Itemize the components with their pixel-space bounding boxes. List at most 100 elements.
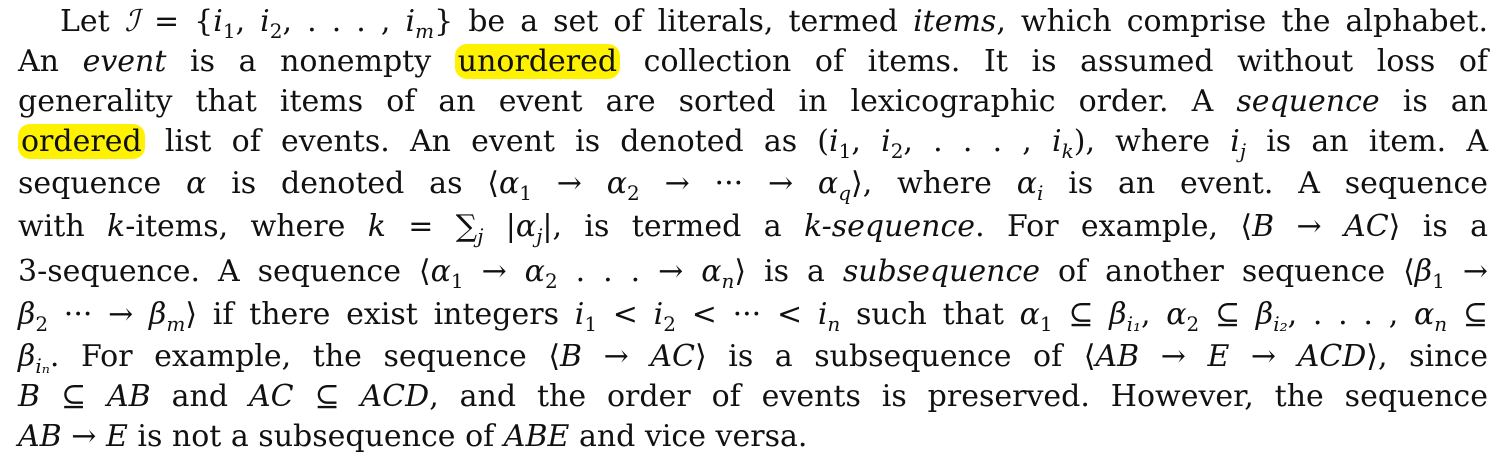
math-or-term: AB: [107, 379, 151, 414]
text-run: collection of items. It is assumed witho…: [620, 44, 1488, 79]
subscript: 1: [584, 312, 598, 336]
math-or-term: k: [107, 209, 126, 244]
math-or-term: i: [1052, 124, 1062, 159]
math-or-term: B: [18, 379, 41, 414]
paragraph-line: B ⊆ AB and AC ⊆ ACD, and the order of ev…: [18, 375, 1488, 419]
math-or-term: i: [405, 4, 416, 39]
text-run: generality that items of an event are so…: [18, 84, 1237, 119]
math-or-term: α: [186, 166, 207, 201]
math-or-term: β: [18, 297, 36, 332]
math-or-term: AC: [248, 379, 294, 414]
math-or-term: β: [1414, 254, 1433, 289]
text-run: →: [61, 419, 106, 454]
paragraph-line: An event is a nonempty unordered collect…: [18, 40, 1488, 84]
text-run: ⊆: [293, 379, 361, 414]
text-run: ,: [235, 4, 261, 39]
subscript: 2: [544, 269, 558, 293]
text-run: →: [1139, 339, 1208, 374]
math-or-term: k: [367, 209, 386, 244]
text-run: is an event. A sequence: [1043, 166, 1489, 201]
paragraph-line: ordered list of events. An event is deno…: [18, 120, 1488, 164]
text-run: = ∑: [385, 209, 478, 244]
text-run: |, is termed a: [542, 209, 804, 244]
math-or-term: ABE: [503, 419, 570, 454]
text-run: list of events. An event is denoted as (: [144, 124, 830, 159]
subscript: 2: [35, 312, 49, 336]
math-or-term: i: [260, 4, 270, 39]
math-or-term: B: [560, 339, 583, 374]
math-or-term: β: [18, 339, 36, 374]
text-run: , which comprise the alphabet.: [996, 4, 1488, 39]
text-run: ⊆: [1447, 297, 1488, 332]
text-run: and vice versa.: [569, 419, 808, 454]
text-run: sequence: [18, 166, 187, 201]
text-run: ⊆: [1199, 297, 1256, 332]
text-run: -items, where: [125, 209, 368, 244]
math-or-term: α: [606, 166, 628, 201]
text-run: , and the order of events is preserved. …: [429, 379, 1488, 414]
subscript: m: [166, 312, 186, 336]
text-run: is denoted as ⟨: [206, 166, 499, 201]
text-run: <: [597, 297, 654, 332]
subscript: n: [1434, 312, 1448, 336]
math-or-term: ACD: [360, 379, 430, 414]
text-run: →: [1444, 254, 1488, 289]
math-or-term: i: [574, 297, 585, 332]
math-or-term: α: [498, 166, 520, 201]
text-run: is a nonempty: [166, 44, 455, 79]
text-run: such that: [840, 297, 1020, 332]
text-run: ⟩ is a: [1388, 209, 1488, 244]
text-run: = {: [138, 4, 214, 39]
text-run: of another sequence ⟨: [1040, 254, 1415, 289]
math-or-term: α: [1413, 297, 1435, 332]
subscript: q: [838, 181, 851, 205]
highlighted-term: ordered: [18, 124, 145, 159]
text-run: ,: [1141, 297, 1167, 332]
paragraph-line: with k-items, where k = ∑j |αj|, is term…: [18, 205, 1488, 249]
math-or-term: AC: [1344, 209, 1389, 244]
paragraph-line: 3-sequence. A sequence ⟨α1 → α2 . . . → …: [18, 250, 1488, 294]
paragraph-line: AB → E is not a subsequence of ABE and v…: [18, 415, 1488, 459]
text-run: ⟩, where: [851, 166, 1017, 201]
math-or-term: i: [1230, 124, 1240, 159]
math-or-term: items: [913, 4, 997, 39]
text-run: ⟩, since: [1366, 339, 1488, 374]
math-or-term: ℐ: [124, 4, 139, 39]
subscript: n: [721, 269, 735, 293]
text-run: ⊆: [1052, 297, 1110, 332]
math-or-term: i: [829, 124, 839, 159]
math-or-term: AB: [1095, 339, 1140, 374]
text-run: An: [18, 44, 83, 79]
text-run: ⟩ is a subsequence of ⟨: [694, 339, 1096, 374]
subscript: k: [1061, 139, 1074, 163]
paragraph-line: β2 ··· → βm⟩ if there exist integers i1 …: [18, 293, 1488, 337]
math-or-term: β: [1255, 297, 1274, 332]
math-or-term: α: [1016, 166, 1037, 201]
text-run: →: [463, 254, 525, 289]
math-or-term: sequence: [1236, 84, 1380, 119]
text-run: → ··· →: [639, 166, 818, 201]
math-or-term: α: [430, 254, 451, 289]
math-or-term: β: [149, 297, 167, 332]
text-run: . . . →: [557, 254, 702, 289]
math-or-term: α: [1019, 297, 1040, 332]
text-run: ,: [851, 124, 882, 159]
text-run: , . . . ,: [282, 4, 406, 39]
subscript: 1: [519, 181, 532, 205]
text-run: →: [582, 339, 651, 374]
text-run: 3-sequence. A sequence ⟨: [18, 254, 431, 289]
subscript: 2: [663, 312, 677, 336]
subscript: i₂: [1273, 312, 1288, 336]
text-run: →: [531, 166, 607, 201]
subscript: 2: [1186, 312, 1200, 336]
math-or-term: E: [105, 419, 128, 454]
subscript: 2: [627, 181, 640, 205]
subscript: 2: [890, 139, 904, 163]
text-run: . For example, ⟨: [975, 209, 1253, 244]
subscript: 1: [838, 139, 852, 163]
text-run: with: [18, 209, 108, 244]
text-run: is an item. A: [1246, 124, 1488, 159]
math-or-term: α: [524, 254, 545, 289]
math-or-term: β: [1109, 297, 1127, 332]
text-run: is not a subsequence of: [127, 419, 504, 454]
